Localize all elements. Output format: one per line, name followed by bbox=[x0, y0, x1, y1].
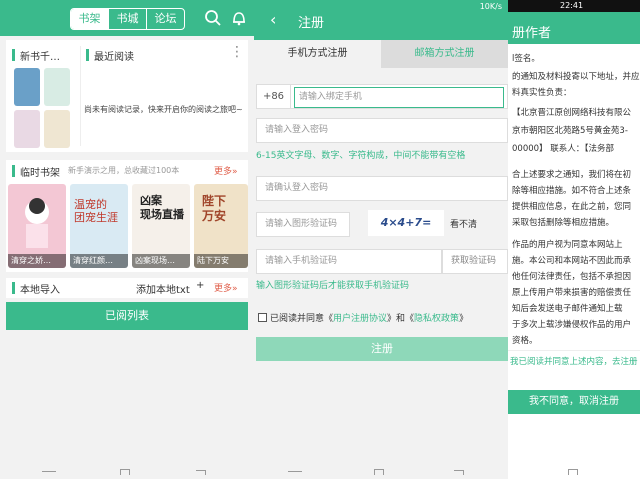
agree-and-register-link[interactable]: 我已阅读并同意上述内容，去注册 bbox=[508, 350, 640, 372]
add-icon[interactable]: + bbox=[196, 280, 204, 291]
get-sms-code-button[interactable]: 获取验证码 bbox=[442, 249, 508, 274]
privacy-policy-link[interactable]: 隐私权政策 bbox=[414, 314, 459, 324]
read-list-button[interactable]: 已阅列表 bbox=[6, 302, 248, 330]
add-local-txt-button[interactable]: 添加本地txt bbox=[136, 281, 190, 296]
captcha-image[interactable]: 4×4+7= bbox=[368, 210, 444, 236]
home-nav-icon[interactable] bbox=[120, 469, 130, 475]
agreement-line: 采取包括删除等相应措施。 bbox=[512, 218, 615, 228]
local-import-title: 本地导入 bbox=[20, 285, 60, 296]
user-agreement-link[interactable]: 用户注册协议 bbox=[333, 314, 387, 324]
agreement-line: 合上述要求之通知，我们将在初 bbox=[512, 170, 632, 180]
shelf-book-4[interactable]: 陛下 万安 陆下万安 bbox=[194, 184, 248, 268]
status-clock: 22:41 bbox=[560, 1, 584, 10]
tab-phone-register[interactable]: 手机方式注册 bbox=[254, 40, 381, 68]
agreement-line: 【北京晋江原创网络科技有限公 bbox=[512, 108, 632, 118]
new-book-cover[interactable] bbox=[44, 110, 70, 148]
password-input[interactable]: 请输入登入密码 bbox=[256, 118, 508, 143]
phone-input[interactable]: 请输入绑定手机 bbox=[293, 87, 504, 108]
agreement-line: 原上传用户带来损害的赔偿责任 bbox=[512, 288, 632, 298]
main-tab-group: 书架 书城 论坛 bbox=[70, 8, 185, 30]
register-header: 10K/s ‹ 注册 bbox=[254, 0, 508, 40]
agreement-header: 22:41 册作者 bbox=[508, 0, 640, 44]
agreement-line: 施。本公司和本网站不因此而承 bbox=[512, 256, 632, 266]
tab-email-register[interactable]: 邮箱方式注册 bbox=[381, 40, 508, 68]
author-agreement-screen: 22:41 册作者 l签名。的通知及材料投寄以下地址，并应 料真实性负责： 【北京晋… bbox=[508, 0, 640, 479]
home-nav-icon[interactable] bbox=[374, 469, 384, 475]
agreement-line: 作品的用户视为同意本网站上 bbox=[512, 240, 623, 250]
bookshelf-screen: 书架 书城 论坛 新书千… 最近阅读 ⋮ 尚未有阅读记录，快来开启你的阅读之旅吧… bbox=[0, 0, 254, 479]
local-import-more-link[interactable]: 更多» bbox=[214, 281, 238, 294]
new-books-title: 新书千… bbox=[20, 52, 60, 63]
shelf-book-2[interactable]: 温宠的 团宠生涯 清穿红颜… bbox=[70, 184, 128, 268]
recent-empty-text: 尚未有阅读记录，快来开启你的阅读之旅吧~ bbox=[84, 105, 243, 114]
bookshelf-header: 书架 书城 论坛 bbox=[0, 0, 254, 36]
back-nav-icon[interactable] bbox=[454, 470, 464, 475]
tab-forum[interactable]: 论坛 bbox=[146, 9, 184, 29]
agreement-line: 知后会发送电子邮件通知上载 bbox=[512, 304, 623, 314]
search-icon[interactable] bbox=[204, 9, 222, 27]
phone-row: +86 请输入绑定手机 bbox=[256, 84, 508, 109]
temp-shelf-title: 临时书架 bbox=[20, 168, 60, 179]
menu-nav-icon[interactable] bbox=[288, 471, 302, 472]
agreement-line: 除等相应措施。如不符合上述条 bbox=[512, 186, 632, 196]
agree-checkbox[interactable] bbox=[258, 313, 267, 322]
agreement-line: 资格。 bbox=[512, 336, 538, 346]
system-nav-bar bbox=[254, 465, 508, 479]
new-book-cover[interactable] bbox=[14, 68, 40, 106]
agreement-line: 于多次上载涉嫌侵权作品的用户 bbox=[512, 320, 632, 330]
agreement-title: 册作者 bbox=[512, 26, 552, 41]
agreement-line: 00000】 联系人：【法务部 bbox=[512, 144, 614, 154]
system-nav-bar bbox=[0, 465, 254, 479]
register-tabs: 手机方式注册 邮箱方式注册 bbox=[254, 40, 508, 68]
new-book-cover[interactable] bbox=[44, 68, 70, 106]
register-screen: 10K/s ‹ 注册 手机方式注册 邮箱方式注册 +86 请输入绑定手机 请输入… bbox=[254, 0, 508, 479]
agreement-text: 已阅读并同意《用户注册协议》和《隐私权政策》 bbox=[270, 314, 469, 324]
agreement-line: 的通知及材料投寄以下地址，并应 bbox=[512, 72, 640, 82]
new-book-cover[interactable] bbox=[14, 110, 40, 148]
agreement-line: 提供相应信息，在此之前，您同 bbox=[512, 202, 632, 212]
recent-reading-card: 新书千… 最近阅读 ⋮ 尚未有阅读记录，快来开启你的阅读之旅吧~ bbox=[6, 40, 248, 152]
cancel-register-button[interactable]: 我不同意，取消注册 bbox=[508, 390, 640, 414]
sms-code-input[interactable]: 请输入手机验证码 bbox=[256, 249, 442, 274]
status-speed: 10K/s bbox=[479, 2, 502, 11]
back-arrow-icon[interactable]: ‹ bbox=[270, 10, 276, 29]
shelf-book-3[interactable]: 凶案 现场直播 凶案现场… bbox=[132, 184, 190, 268]
tab-bookstore[interactable]: 书城 bbox=[108, 9, 146, 29]
system-nav-bar bbox=[508, 465, 640, 479]
book-cover-art bbox=[25, 198, 49, 248]
local-import-row: 本地导入 添加本地txt + 更多» bbox=[6, 278, 248, 298]
tab-bookshelf[interactable]: 书架 bbox=[71, 9, 108, 29]
menu-nav-icon[interactable] bbox=[42, 471, 56, 472]
refresh-captcha-link[interactable]: 看不清 bbox=[450, 217, 477, 230]
temp-shelf-more-link[interactable]: 更多» bbox=[214, 164, 238, 177]
confirm-password-input[interactable]: 请确认登入密码 bbox=[256, 176, 508, 201]
back-nav-icon[interactable] bbox=[196, 470, 206, 475]
home-nav-icon[interactable] bbox=[568, 469, 578, 475]
agreement-line: 京市朝阳区北苑路5号黄金苑3- bbox=[512, 126, 628, 136]
captcha-input[interactable]: 请输入图形验证码 bbox=[256, 212, 350, 237]
sms-hint: 输入图形验证码后才能获取手机验证码 bbox=[256, 281, 410, 291]
register-title: 注册 bbox=[298, 16, 325, 31]
agreement-line: l签名。 bbox=[512, 54, 540, 64]
country-code[interactable]: +86 bbox=[257, 85, 291, 108]
agreement-line: 他任何法律责任，包括不承担因 bbox=[512, 272, 632, 282]
more-options-icon[interactable]: ⋮ bbox=[230, 44, 244, 60]
bell-icon[interactable] bbox=[230, 9, 248, 27]
temp-shelf-hint: 新手演示之用，总收藏过100本 bbox=[68, 166, 180, 175]
recent-reading-title: 最近阅读 bbox=[94, 52, 134, 63]
register-button[interactable]: 注册 bbox=[256, 337, 508, 361]
password-hint: 6-15英文字母、数字、字符构成，中间不能带有空格 bbox=[256, 151, 466, 161]
shelf-book-1[interactable]: 清穿之娇… bbox=[8, 184, 66, 268]
agreement-line: 料真实性负责： bbox=[512, 88, 572, 98]
temp-shelf-card: 临时书架 新手演示之用，总收藏过100本 更多» 清穿之娇… 温宠的 团宠生涯 … bbox=[6, 160, 248, 272]
